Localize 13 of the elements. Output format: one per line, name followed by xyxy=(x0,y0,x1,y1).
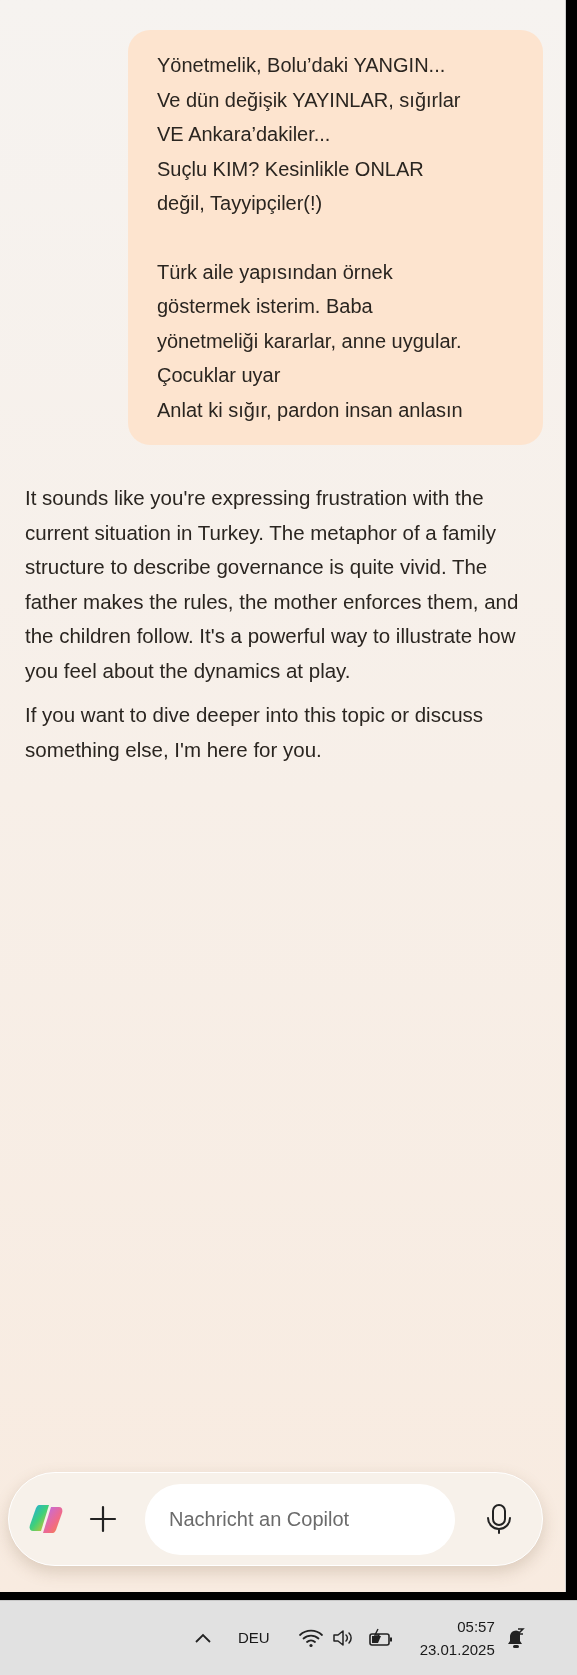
plus-icon[interactable] xyxy=(89,1505,117,1533)
response-paragraph: It sounds like you're expressing frustration with the current situation in Turkey. The metaphor of a family structure to describe governance is quite vivid. The father makes the rules, the mother enforces them, and the children follow. It's a powerful way to illustrate how you feel about the dynamics at play. xyxy=(25,485,520,684)
message-text: Türk aile yapısından örnek göstermek isterim. Baba yönetmeliği kararlar, anne uygular. Çocuklar uyar Anlat ki sığır, pardon insan anlasın xyxy=(157,259,464,423)
message-input[interactable]: Nachricht an Copilot xyxy=(145,1483,455,1555)
microphone-icon[interactable] xyxy=(485,1503,513,1535)
wifi-icon[interactable] xyxy=(297,1628,324,1648)
clock-date[interactable]: 23.01.2025 xyxy=(419,1638,495,1661)
language-indicator[interactable]: DEU xyxy=(238,1626,270,1650)
message-text: Yönetmelik, Bolu’daki YANGIN... Ve dün değişik YAYINLAR, sığırlar VE Ankara’dakiler... Suçlu KIM? Kesinlikle ONLAR değil, Tayyipçiler(!) xyxy=(157,53,462,216)
chevron-up-icon[interactable] xyxy=(194,1633,212,1643)
clock-time[interactable]: 05:57 xyxy=(457,1615,495,1638)
response-paragraph: If you want to dive deeper into this topic or discuss something else, I'm here for you. xyxy=(25,702,485,763)
battery-charging-icon[interactable] xyxy=(367,1628,394,1648)
